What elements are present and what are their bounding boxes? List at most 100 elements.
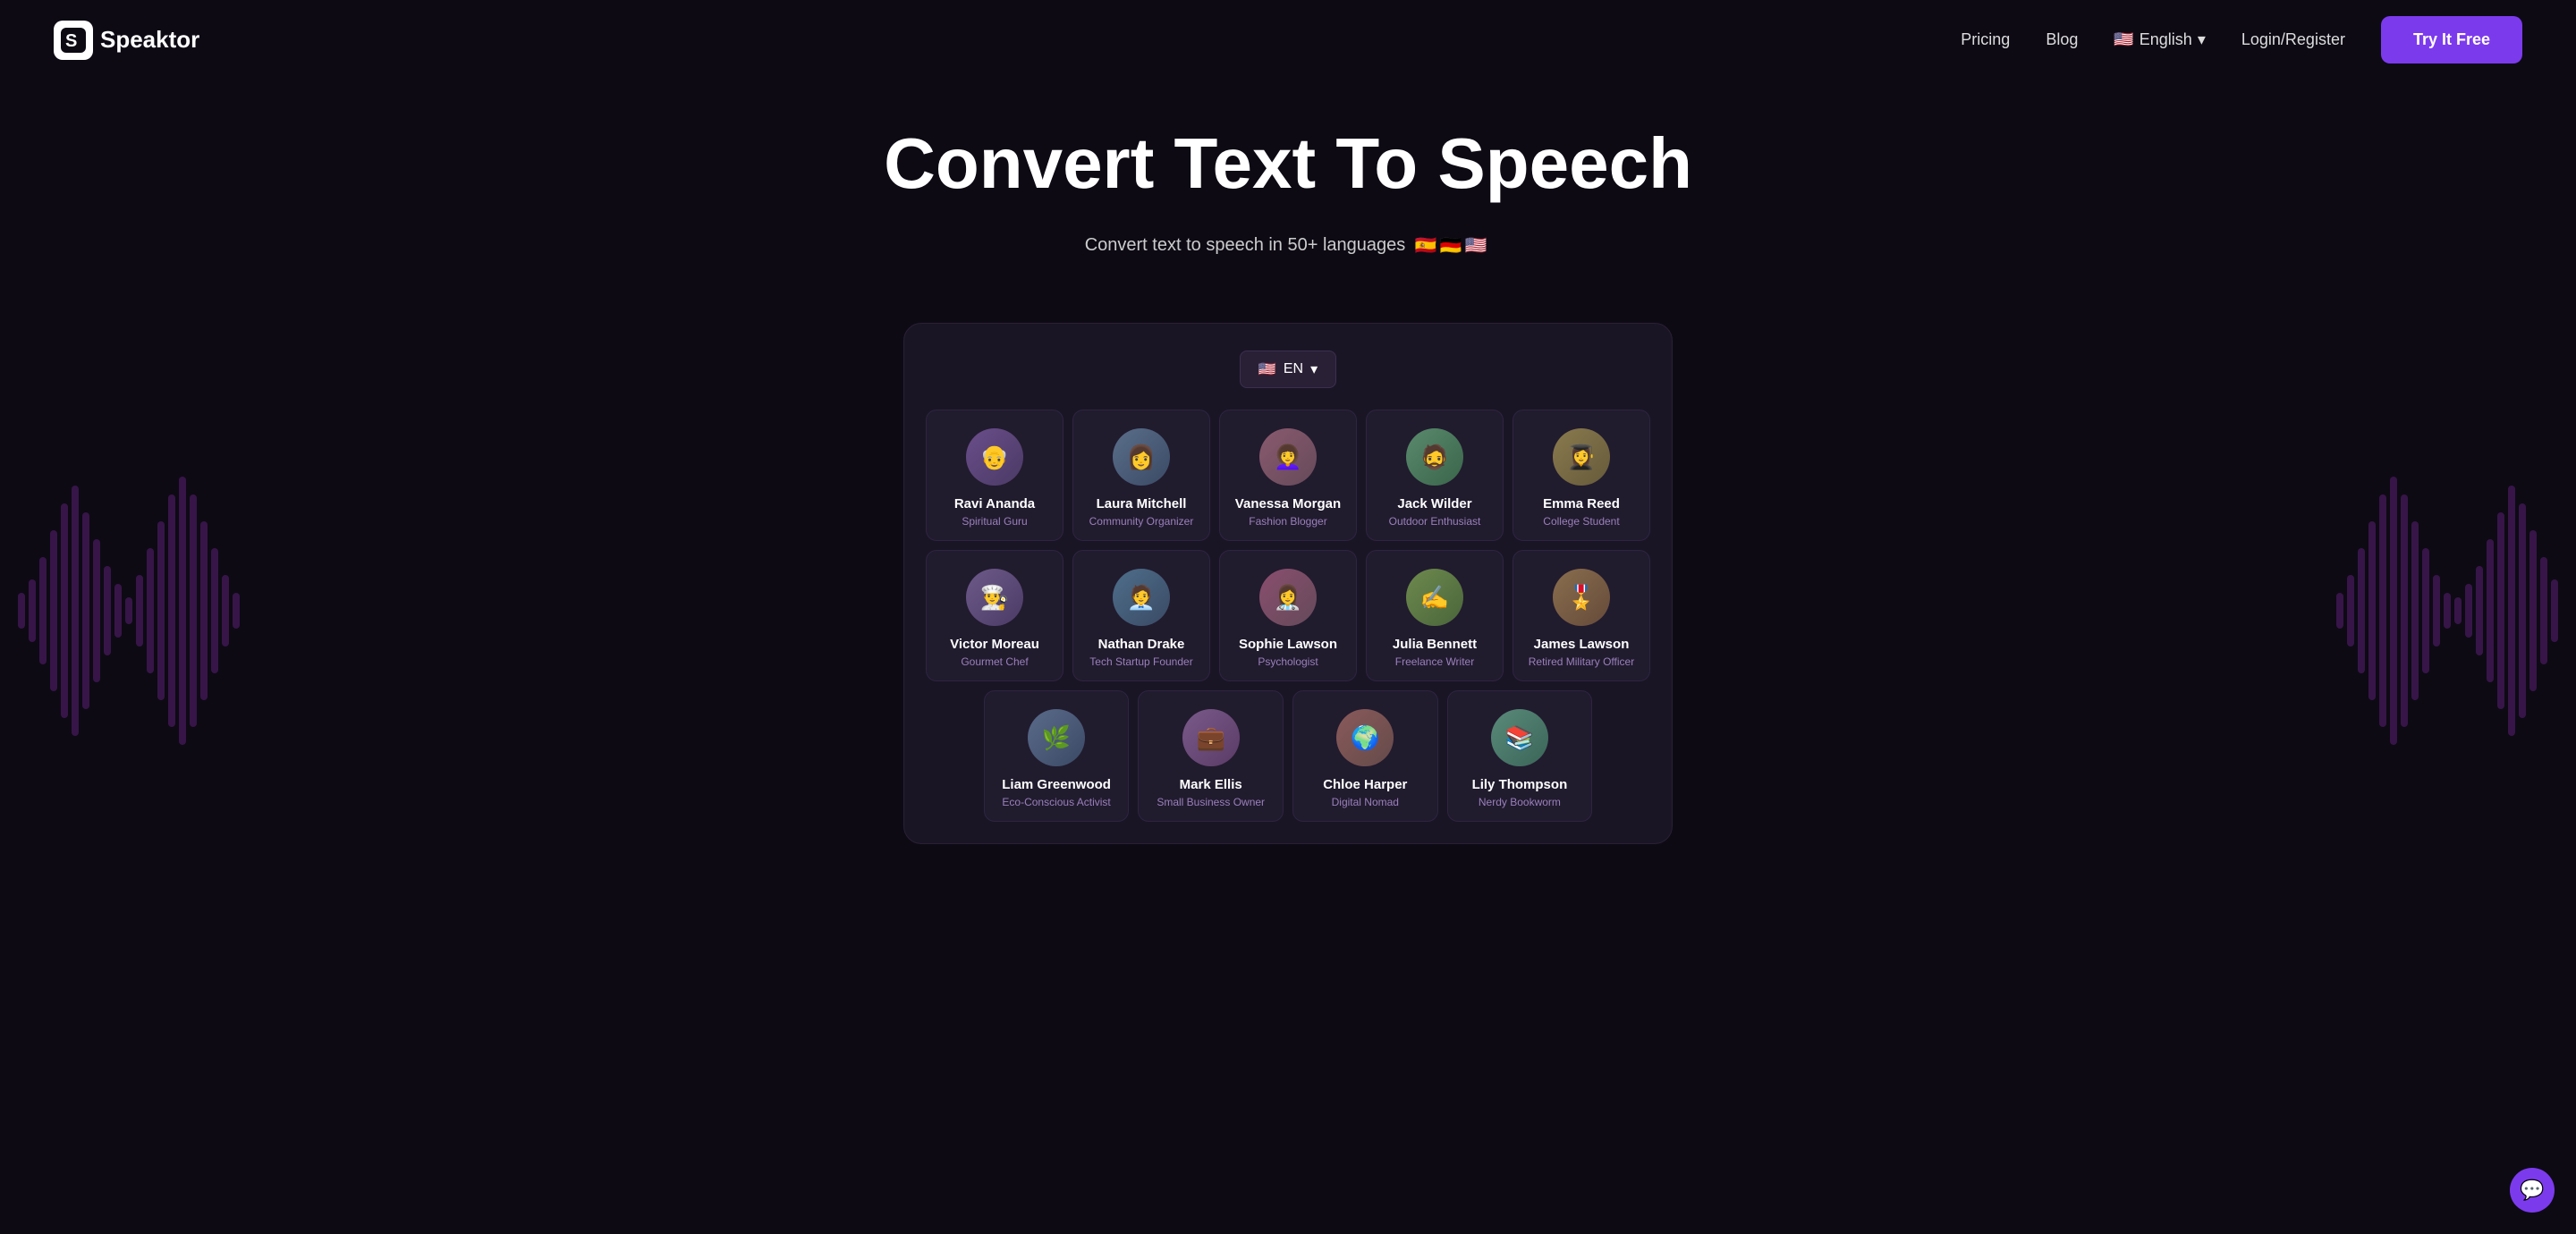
lang-selector-button[interactable]: 🇺🇸 EN ▾	[1240, 351, 1336, 388]
hero-title: Convert Text To Speech	[18, 124, 2558, 203]
voice-role: College Student	[1524, 515, 1639, 528]
avatar-placeholder: 🌿	[1028, 709, 1085, 766]
voice-card[interactable]: 👩 Laura Mitchell Community Organizer	[1072, 410, 1210, 541]
voice-avatar: 🧑‍💼	[1113, 569, 1170, 626]
voice-avatar: 🌍	[1336, 709, 1394, 766]
avatar-placeholder: 🌍	[1336, 709, 1394, 766]
avatar-emoji: 👩‍⚕️	[1274, 584, 1302, 612]
avatar-placeholder: 🧑‍💼	[1113, 569, 1170, 626]
avatar-emoji: 👩‍🦱	[1274, 444, 1302, 471]
voice-name: Mark Ellis	[1149, 777, 1272, 792]
avatar-emoji: 👴	[980, 444, 1009, 471]
hero-subtitle: Convert text to speech in 50+ languages …	[18, 230, 2558, 260]
avatar-placeholder: 👨‍🍳	[966, 569, 1023, 626]
voice-card[interactable]: 👩‍⚕️ Sophie Lawson Psychologist	[1219, 550, 1357, 681]
avatar-emoji: 🌍	[1351, 724, 1379, 752]
chevron-down-icon: ▾	[2198, 30, 2206, 49]
language-selector: 🇺🇸 EN ▾	[926, 351, 1650, 388]
avatar-emoji: 👩‍🎓	[1567, 444, 1596, 471]
voice-role: Eco-Conscious Activist	[996, 796, 1118, 808]
avatar-placeholder: 👩‍⚕️	[1259, 569, 1317, 626]
flag-row: 🇪🇸 🇩🇪 🇺🇸	[1416, 230, 1491, 260]
waveform-left	[18, 477, 240, 745]
app-card: 🇺🇸 EN ▾ 👴 Ravi Ananda Spiritual Guru 👩 L…	[903, 323, 1673, 844]
avatar-emoji: 🧑‍💼	[1127, 584, 1156, 612]
voice-card[interactable]: 🧑‍💼 Nathan Drake Tech Startup Founder	[1072, 550, 1210, 681]
voice-card[interactable]: 🌍 Chloe Harper Digital Nomad	[1292, 690, 1438, 822]
voice-card[interactable]: 👩‍🦱 Vanessa Morgan Fashion Blogger	[1219, 410, 1357, 541]
avatar-placeholder: ✍️	[1406, 569, 1463, 626]
svg-text:S: S	[65, 31, 77, 51]
voice-name: Laura Mitchell	[1084, 496, 1199, 511]
waveform-right	[2336, 477, 2558, 745]
voice-card[interactable]: 🎖️ James Lawson Retired Military Officer	[1513, 550, 1650, 681]
voice-role: Outdoor Enthusiast	[1377, 515, 1492, 528]
avatar-emoji: 🌿	[1042, 724, 1071, 752]
app-section: 🇺🇸 EN ▾ 👴 Ravi Ananda Spiritual Guru 👩 L…	[0, 323, 2576, 898]
navbar: S Speaktor Pricing Blog 🇺🇸 English ▾ Log…	[0, 0, 2576, 80]
nav-pricing[interactable]: Pricing	[1961, 30, 2010, 49]
lang-flag: 🇺🇸	[1258, 360, 1276, 378]
voice-grid-row2: 👨‍🍳 Victor Moreau Gourmet Chef 🧑‍💼 Natha…	[926, 550, 1650, 681]
voice-role: Spiritual Guru	[937, 515, 1052, 528]
voice-name: Ravi Ananda	[937, 496, 1052, 511]
voice-card[interactable]: 👴 Ravi Ananda Spiritual Guru	[926, 410, 1063, 541]
avatar-placeholder: 📚	[1491, 709, 1548, 766]
voice-name: Julia Bennett	[1377, 637, 1492, 652]
nav-language[interactable]: 🇺🇸 English ▾	[2114, 30, 2206, 49]
voice-name: Chloe Harper	[1304, 777, 1427, 792]
voice-avatar: 👩‍⚕️	[1259, 569, 1317, 626]
voice-avatar: 💼	[1182, 709, 1240, 766]
avatar-placeholder: 💼	[1182, 709, 1240, 766]
voice-card[interactable]: ✍️ Julia Bennett Freelance Writer	[1366, 550, 1504, 681]
hero-subtitle-text: Convert text to speech in 50+ languages	[1085, 235, 1406, 256]
voice-name: James Lawson	[1524, 637, 1639, 652]
logo[interactable]: S Speaktor	[54, 21, 199, 60]
voice-avatar: 👩‍🦱	[1259, 428, 1317, 486]
avatar-emoji: ✍️	[1420, 584, 1449, 612]
voice-name: Sophie Lawson	[1231, 637, 1345, 652]
voice-avatar: 🎖️	[1553, 569, 1610, 626]
voice-card[interactable]: 📚 Lily Thompson Nerdy Bookworm	[1447, 690, 1593, 822]
voice-role: Digital Nomad	[1304, 796, 1427, 808]
voice-role: Nerdy Bookworm	[1459, 796, 1581, 808]
voice-role: Small Business Owner	[1149, 796, 1272, 808]
avatar-emoji: 🧔	[1420, 444, 1449, 471]
avatar-placeholder: 👩‍🦱	[1259, 428, 1317, 486]
voice-role: Retired Military Officer	[1524, 655, 1639, 668]
chat-icon: 💬	[2520, 1179, 2544, 1202]
flag-us: 🇺🇸	[1461, 230, 1491, 260]
chevron-down-icon: ▾	[1310, 360, 1318, 378]
voice-card[interactable]: 💼 Mark Ellis Small Business Owner	[1138, 690, 1284, 822]
voice-name: Jack Wilder	[1377, 496, 1492, 511]
try-free-button[interactable]: Try It Free	[2381, 16, 2522, 63]
avatar-placeholder: 👩‍🎓	[1553, 428, 1610, 486]
voice-card[interactable]: 🌿 Liam Greenwood Eco-Conscious Activist	[984, 690, 1130, 822]
avatar-placeholder: 🧔	[1406, 428, 1463, 486]
voice-avatar: 📚	[1491, 709, 1548, 766]
voice-avatar: 👩‍🎓	[1553, 428, 1610, 486]
nav-blog[interactable]: Blog	[2046, 30, 2078, 49]
voice-role: Community Organizer	[1084, 515, 1199, 528]
voice-role: Fashion Blogger	[1231, 515, 1345, 528]
voice-avatar: 👨‍🍳	[966, 569, 1023, 626]
nav-login[interactable]: Login/Register	[2241, 30, 2345, 49]
avatar-placeholder: 🎖️	[1553, 569, 1610, 626]
voice-name: Vanessa Morgan	[1231, 496, 1345, 511]
voice-card[interactable]: 🧔 Jack Wilder Outdoor Enthusiast	[1366, 410, 1504, 541]
voice-role: Psychologist	[1231, 655, 1345, 668]
voice-role: Tech Startup Founder	[1084, 655, 1199, 668]
voice-name: Nathan Drake	[1084, 637, 1199, 652]
voice-avatar: 🧔	[1406, 428, 1463, 486]
voice-avatar: 🌿	[1028, 709, 1085, 766]
voice-avatar: 👴	[966, 428, 1023, 486]
chat-bubble-button[interactable]: 💬	[2510, 1168, 2555, 1213]
language-label: English	[2140, 30, 2192, 49]
avatar-placeholder: 👩	[1113, 428, 1170, 486]
voice-card[interactable]: 👨‍🍳 Victor Moreau Gourmet Chef	[926, 550, 1063, 681]
voice-card[interactable]: 👩‍🎓 Emma Reed College Student	[1513, 410, 1650, 541]
voice-grid-row1: 👴 Ravi Ananda Spiritual Guru 👩 Laura Mit…	[926, 410, 1650, 541]
voice-name: Emma Reed	[1524, 496, 1639, 511]
flag-icon: 🇺🇸	[2114, 30, 2133, 49]
avatar-emoji: 🎖️	[1567, 584, 1596, 612]
